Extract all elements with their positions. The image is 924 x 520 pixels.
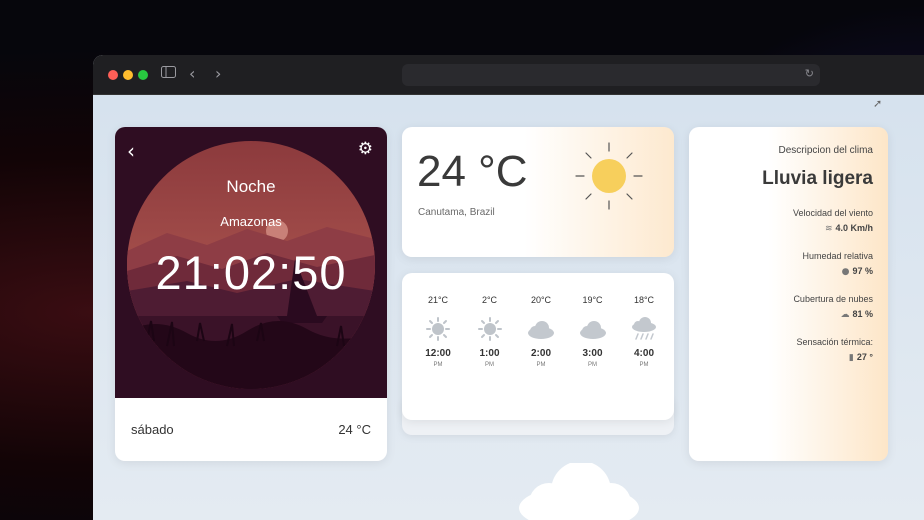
sidebar-toggle-icon[interactable] [161,66,176,82]
back-button[interactable]: ‹ [127,139,135,163]
forecast-item: 21°C 12:00 PM [418,295,458,368]
forecast-hour: 12:00 [425,348,451,359]
mouse-cursor-icon: ➚ [873,97,883,110]
cloud-icon: ☁ [840,310,850,320]
weather-details-card: Descripcion del clima Lluvia ligera Velo… [689,127,888,461]
humidity-label: Humedad relativa [802,251,873,261]
browser-titlebar: ‹ › ↻ [93,55,924,95]
forecast-hour: 1:00 [479,348,500,359]
forecast-item: 20°C 2:00 PM [521,295,561,368]
minimize-window-button[interactable] [123,70,133,80]
current-weather-card: 24 °C Canutama, Brazil [402,127,674,257]
forecast-item: 19°C 3:00 PM [573,295,613,368]
location-label: Canutama, Brazil [418,207,495,218]
close-window-button[interactable] [108,70,118,80]
weekday-label: sábado [131,422,174,437]
forecast-ampm: PM [588,362,597,368]
weather-description: Lluvia ligera [762,168,873,189]
forecast-temp: 2°C [481,295,498,305]
forecast-ampm: PM [485,362,494,368]
humidity-value: 97 % [852,266,873,276]
forecast-temp: 19°C [582,295,603,305]
digital-clock: 21:02:50 [155,246,347,299]
sun-icon [575,142,643,210]
details-title: Descripcion del clima [778,145,873,156]
thermometer-icon: ▮ [848,353,854,363]
forecast-item: 2°C 1:00 PM [470,295,510,368]
forecast-item: 18°C 4:00 PM [624,295,664,368]
time-period-label: Noche [226,177,276,196]
maximize-window-button[interactable] [138,70,148,80]
clock-scene: ‹ ⚙ Noche Amazonas 21:02:50 [115,127,387,398]
forecast-ampm: PM [433,362,443,368]
forecast-ampm: PM [639,362,649,368]
water-drop-icon: ● [841,267,850,277]
forecast-temp: 20°C [530,295,552,305]
rain-cloud-icon [624,315,664,343]
forecast-ampm: PM [536,362,546,368]
sun-icon [470,315,510,343]
reload-icon[interactable]: ↻ [805,67,814,80]
wind-value-row: ≋ 4.0 Km/h [689,223,873,234]
clock-temperature: 24 °C [338,422,371,437]
weather-app-page: ➚ ‹ ⚙ Noche Amazonas 21:02:50 sábado 24 … [93,95,924,520]
hourly-forecast-card: 21°C 12:00 PM 2°C 1:00 PM 20°C 2:00 PM 19°C 3:00 PM… [402,273,674,420]
wind-label: Velocidad del viento [792,208,873,218]
address-bar[interactable]: ↻ [402,64,820,86]
clock-card: ‹ ⚙ Noche Amazonas 21:02:50 sábado 24 °C [115,127,387,461]
wind-icon: ≋ [824,224,833,234]
forecast-hour: 4:00 [633,348,654,359]
browser-window: ‹ › ↻ ➚ ‹ ⚙ Noche Amazonas 21:02:50 sába… [93,55,924,520]
feels-like-value-row: ▮ 27 ° [689,352,873,363]
clouds-value-row: ☁ 81 % [689,309,873,320]
clouds-value: 81 % [852,309,873,319]
current-temperature: 24 °C [417,147,528,196]
clouds-label: Cubertura de nubes [793,294,873,304]
cloud-icon [521,315,561,343]
clock-footer: sábado 24 °C [115,398,387,461]
sun-icon [418,315,458,343]
feels-like-value: 27 ° [856,352,873,362]
back-nav-icon[interactable]: ‹ [189,64,195,83]
forecast-temp: 21°C [427,295,449,305]
decorative-cloud-icon [519,463,639,520]
forecast-hour: 2:00 [530,348,551,359]
feels-like-label: Sensación térmica: [796,337,873,347]
forecast-temp: 18°C [633,295,655,305]
hourly-forecast-list: 21°C 12:00 PM 2°C 1:00 PM 20°C 2:00 PM 19°C 3:00 PM… [418,295,664,368]
forward-nav-icon[interactable]: › [215,64,221,83]
region-label: Amazonas [220,214,282,229]
settings-gear-icon[interactable]: ⚙ [358,139,373,159]
humidity-value-row: ● 97 % [689,266,873,277]
wind-value: 4.0 Km/h [835,223,873,233]
cloud-icon [573,315,613,343]
forecast-hour: 3:00 [582,348,603,359]
